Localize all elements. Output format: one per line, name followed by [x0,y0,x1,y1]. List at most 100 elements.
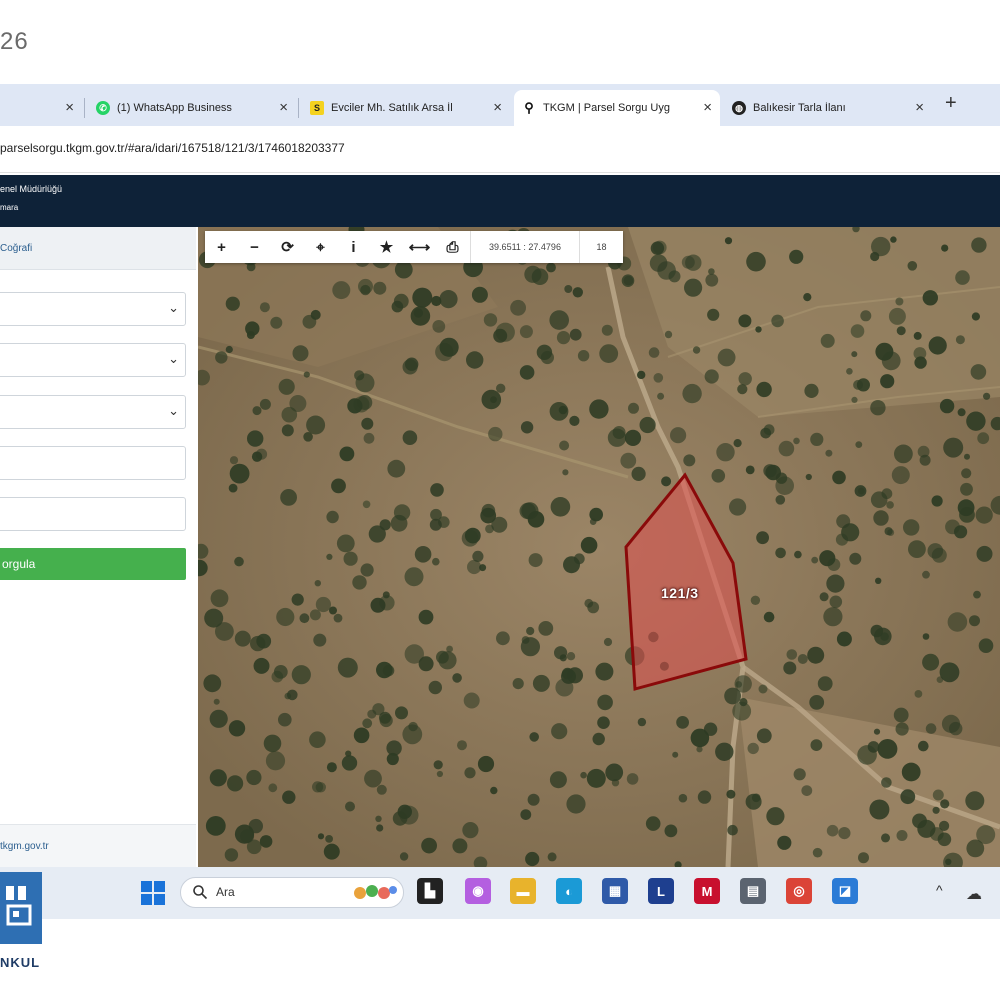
measure-button[interactable]: ⟷ [403,231,436,263]
tree [566,794,586,814]
tree [611,779,620,787]
tree [849,552,862,565]
tree [966,839,985,858]
microsoft-store-icon[interactable]: ▦ [602,878,628,904]
zoom-in-button[interactable]: + [205,231,238,263]
url-input[interactable]: parselsorgu.tkgm.gov.tr/#ara/idari/16751… [0,141,345,155]
tree [597,716,610,729]
tree [738,314,752,328]
chrome-icon[interactable]: ◎ [786,878,812,904]
tab-tkgm-close-icon[interactable]: × [703,99,712,116]
tab-separator [84,98,85,118]
tree [452,673,462,683]
tree [870,624,884,638]
tree [464,767,476,779]
tree [496,383,506,393]
tree [259,302,270,313]
tree [370,597,386,613]
tree [252,406,262,416]
tree [339,446,355,462]
windows-start-icon[interactable] [140,880,166,906]
locate-button[interactable]: ⌖ [304,231,337,263]
info-button[interactable]: i [337,231,370,263]
tab-sahibinden[interactable]: S Evciler Mh. Satılık Arsa İl × [302,90,510,126]
tree [777,835,792,850]
tree [922,653,940,671]
tree [577,350,590,362]
tree [402,430,418,445]
footer-link[interactable]: tkgm.gov.tr [0,841,49,852]
onedrive-cloud-icon[interactable]: ☁ [966,884,982,904]
district-select[interactable]: ⌄ [0,343,186,377]
tab-0-close-icon[interactable]: × [65,99,74,116]
province-select[interactable]: ⌄ [0,292,186,326]
mcafee-icon[interactable]: M [694,878,720,904]
tree [361,417,374,430]
tab-whatsapp[interactable]: ✆ (1) WhatsApp Business × [88,90,296,126]
calculator-icon[interactable]: ▤ [740,878,766,904]
file-explorer-icon[interactable]: ▬ [510,878,536,904]
tree [317,833,325,840]
parcel-number-input[interactable] [0,497,186,531]
tree [215,351,228,364]
tree [881,833,890,843]
edge-icon[interactable]: ◐ [556,878,582,904]
tree [745,465,755,475]
tree [612,426,626,439]
letter-l-app-icon[interactable]: L [648,878,674,904]
tree [918,740,929,752]
tree [969,615,980,627]
tab-0[interactable]: × [0,90,82,126]
tab-balikesir-close-icon[interactable]: × [915,99,924,116]
copilot-icon[interactable]: ◉ [465,878,491,904]
tree [483,313,498,327]
refresh-button[interactable]: ⟳ [271,231,304,263]
new-tab-button[interactable]: + [945,92,957,115]
neighborhood-select[interactable]: ⌄ [0,395,186,429]
tab-balikesir-label: Balıkesir Tarla İlanı [753,102,846,114]
print-button[interactable]: ⎙ [436,231,469,263]
tree [536,344,553,360]
block-number-input[interactable] [0,446,186,480]
tree [648,347,660,358]
tree [858,852,869,864]
tree [364,769,382,788]
tray-chevron-up-icon[interactable]: ^ [936,882,943,898]
tree [735,681,743,688]
tab-whatsapp-close-icon[interactable]: × [279,99,288,116]
tree [547,852,557,862]
tree [901,762,921,782]
tree [973,590,981,599]
tree [936,676,944,683]
tab-sahibinden-close-icon[interactable]: × [493,99,502,116]
tree [913,347,927,360]
zoom-out-button[interactable]: − [238,231,271,263]
satellite-map[interactable] [198,227,1000,867]
tree [676,716,689,729]
search-highlight-art-icon [354,885,397,899]
tree [678,793,688,803]
tree [278,378,295,395]
tree [932,806,940,814]
tree [603,637,613,647]
tree [313,633,327,647]
photos-icon[interactable]: ◪ [832,878,858,904]
file-explorer-dark-icon[interactable]: ▙ [417,878,443,904]
tree [363,432,375,444]
tree [551,723,568,740]
circle-globe-icon: ◍ [732,101,746,115]
tree [631,466,646,481]
tab-geographic[interactable]: Coğrafi [0,243,32,254]
tree [270,316,283,329]
tree [556,331,571,345]
tree [955,335,965,345]
query-button[interactable]: orgula [0,548,186,580]
tree [326,762,337,773]
tab-balikesir[interactable]: ◍ Balıkesir Tarla İlanı × [724,90,932,126]
favorite-button[interactable]: ★ [370,231,403,263]
tree [291,665,311,685]
tab-tkgm-active[interactable]: ⚲ TKGM | Parsel Sorgu Uyg × [514,90,720,126]
search-placeholder: Ara [216,885,235,899]
chevron-down-icon: ⌄ [168,351,179,366]
tree [932,789,944,801]
